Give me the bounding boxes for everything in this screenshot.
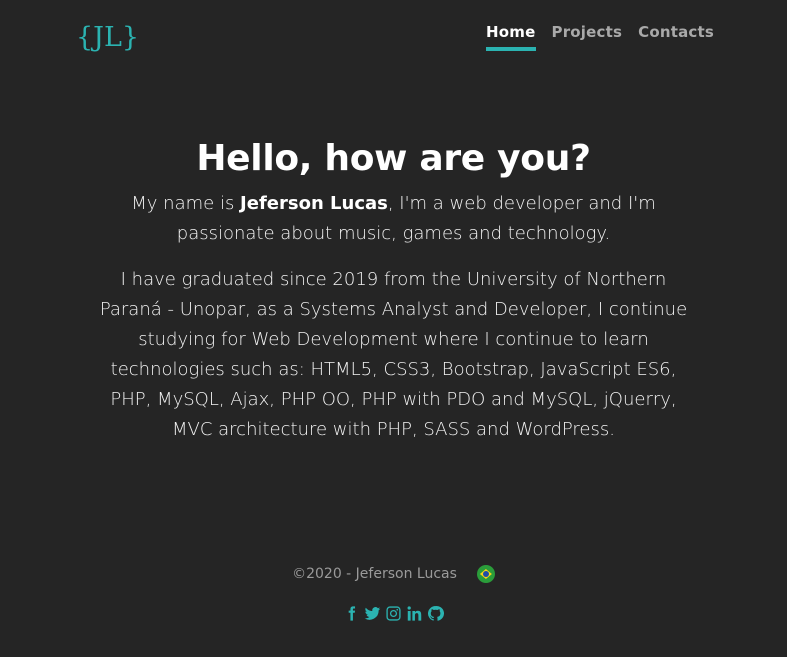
footer: ©2020 - Jeferson Lucas [0,563,787,622]
page-title: Hello, how are you? [196,138,591,179]
nav-home[interactable]: Home [486,23,536,51]
social-links [0,605,787,622]
nav-projects[interactable]: Projects [552,23,623,51]
intro-paragraph: My name is Jeferson Lucas, I'm a web dev… [94,189,694,249]
intro-text-before: My name is [131,193,241,214]
copyright-text: ©2020 - Jeferson Lucas [292,566,457,582]
flag-globe [482,571,489,577]
site-logo[interactable]: {JL} [76,22,139,53]
about-paragraph: I have graduated since 2019 from the Uni… [99,269,688,440]
footer-copyright-row: ©2020 - Jeferson Lucas [292,565,495,583]
page: {JL} Home Projects Contacts Hello, how a… [0,0,787,657]
nav-contacts[interactable]: Contacts [638,23,714,51]
brazil-flag-icon[interactable] [476,565,495,583]
linkedin-icon[interactable] [406,605,423,622]
instagram-icon[interactable] [385,605,402,622]
author-name: Jeferson Lucas [240,193,388,214]
github-icon[interactable] [427,605,444,622]
facebook-icon[interactable] [343,605,360,622]
main-nav: Home Projects Contacts [470,23,714,51]
twitter-icon[interactable] [364,605,381,622]
hero-section: Hello, how are you? My name is Jeferson … [0,138,787,445]
